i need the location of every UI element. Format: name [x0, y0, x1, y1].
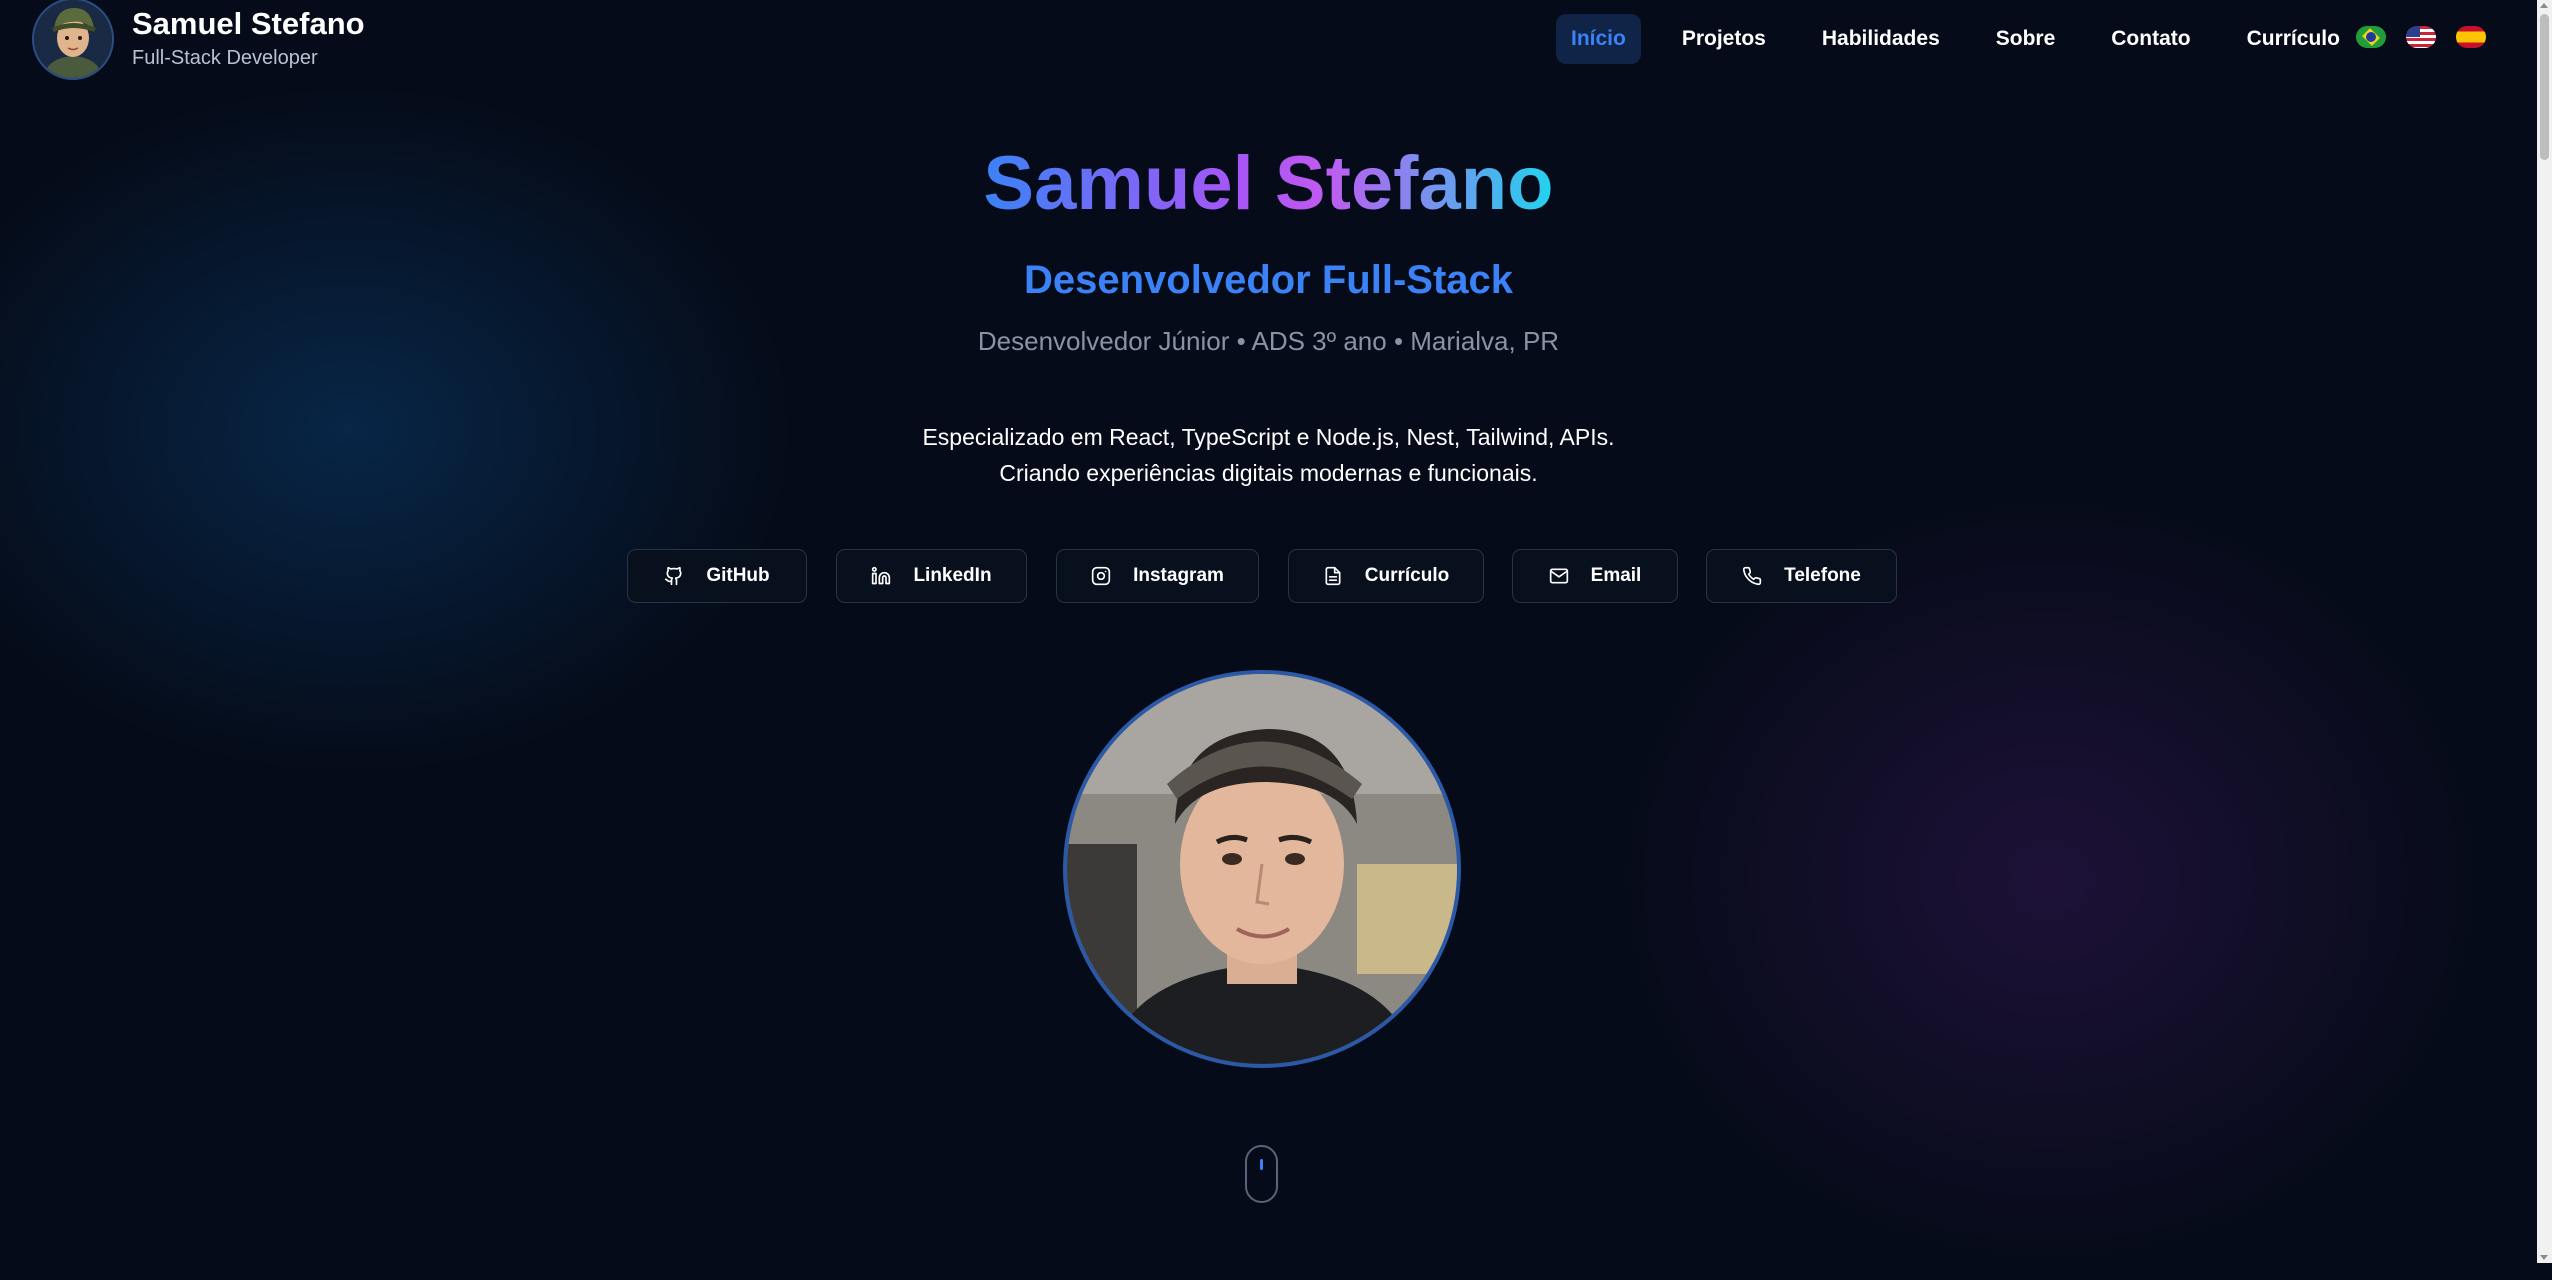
github-button[interactable]: GitHub — [627, 549, 807, 603]
spain-flag-icon[interactable] — [2456, 26, 2486, 48]
linkedin-label: LinkedIn — [913, 565, 992, 586]
nav-item-contato[interactable]: Contato — [2096, 14, 2205, 64]
github-icon — [665, 566, 682, 586]
brazil-flag-icon[interactable] — [2356, 26, 2386, 48]
curriculo-button[interactable]: Currículo — [1288, 549, 1484, 603]
hero-meta: Desenvolvedor Júnior • ADS 3º ano • Mari… — [977, 326, 1560, 356]
linkedin-icon — [872, 566, 891, 585]
nav-item-curriculo[interactable]: Currículo — [2232, 14, 2355, 64]
usa-flag-icon[interactable] — [2406, 26, 2436, 48]
profile-photo — [1063, 670, 1461, 1068]
hero-description-line-2: Criando experiências digitais modernas e… — [999, 460, 1538, 486]
nav-item-inicio[interactable]: Início — [1556, 14, 1641, 64]
brand-role: Full-Stack Developer — [132, 47, 318, 69]
telefone-label: Telefone — [1784, 565, 1861, 586]
language-switcher — [2356, 26, 2486, 48]
instagram-label: Instagram — [1133, 565, 1224, 586]
nav-item-projetos[interactable]: Projetos — [1667, 14, 1781, 64]
telefone-button[interactable]: Telefone — [1706, 549, 1897, 603]
scrollbar-thumb[interactable] — [2540, 14, 2549, 160]
avatar[interactable] — [32, 0, 114, 80]
main-nav: Início Projetos Habilidades Sobre Contat… — [1556, 14, 2369, 64]
scroll-down-indicator[interactable] — [1245, 1145, 1278, 1203]
site-header: Samuel Stefano Full-Stack Developer Iníc… — [0, 0, 2537, 80]
hero-title: Samuel Stefano — [0, 140, 2537, 227]
hero-description: Especializado em React, TypeScript e Nod… — [0, 419, 2537, 491]
scroll-down-arrow-icon[interactable] — [2540, 1255, 2548, 1260]
scroll-up-arrow-icon[interactable] — [2540, 3, 2548, 8]
hero-description-line-1: Especializado em React, TypeScript e Nod… — [922, 424, 1615, 450]
curriculo-label: Currículo — [1364, 565, 1450, 586]
email-label: Email — [1590, 565, 1642, 586]
page-scrollbar[interactable] — [2537, 0, 2552, 1263]
nav-item-sobre[interactable]: Sobre — [1981, 14, 2071, 64]
hero-title-text: Samuel Stefano — [983, 141, 1554, 226]
mail-icon — [1549, 568, 1568, 584]
instagram-button[interactable]: Instagram — [1056, 549, 1259, 603]
hero-role: Desenvolvedor Full-Stack — [1023, 258, 1514, 302]
instagram-icon — [1091, 566, 1111, 586]
nav-item-habilidades[interactable]: Habilidades — [1807, 14, 1955, 64]
github-label: GitHub — [706, 565, 770, 586]
phone-icon — [1743, 566, 1762, 586]
file-icon — [1325, 566, 1341, 586]
email-button[interactable]: Email — [1512, 549, 1678, 603]
linkedin-button[interactable]: LinkedIn — [836, 549, 1027, 603]
brand-name[interactable]: Samuel Stefano — [132, 6, 365, 42]
